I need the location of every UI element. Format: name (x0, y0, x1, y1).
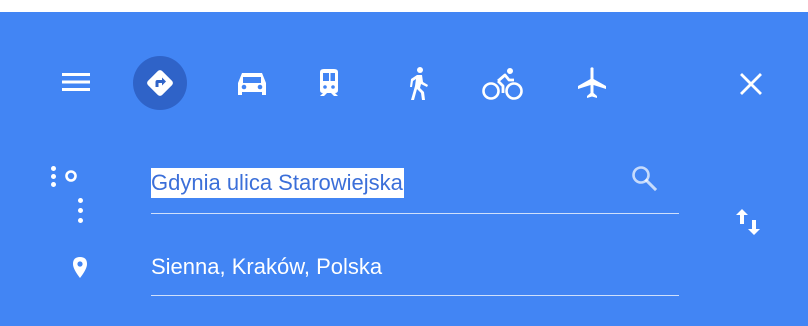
destination-input[interactable]: Sienna, Kraków, Polska (151, 248, 679, 296)
airplane-icon[interactable] (568, 60, 616, 108)
bicycle-icon[interactable] (479, 60, 527, 108)
search-icon[interactable] (620, 154, 668, 202)
car-icon[interactable] (228, 60, 276, 108)
origin-input-value[interactable]: Gdynia ulica Starowiejska (151, 168, 404, 198)
directions-panel: Gdynia ulica Starowiejska Sienna, Kraków… (0, 12, 808, 326)
route-indicator (46, 162, 90, 292)
destination-input-value[interactable]: Sienna, Kraków, Polska (151, 252, 382, 282)
walk-icon[interactable] (394, 60, 442, 108)
origin-input[interactable]: Gdynia ulica Starowiejska (151, 166, 679, 214)
swap-vertical-icon[interactable] (724, 198, 772, 246)
destination-pin-icon (73, 257, 87, 278)
close-icon[interactable] (727, 60, 775, 108)
origin-circle-icon (65, 170, 77, 182)
train-icon[interactable] (305, 60, 353, 108)
menu-icon[interactable] (52, 58, 100, 106)
directions-icon[interactable] (133, 56, 187, 110)
